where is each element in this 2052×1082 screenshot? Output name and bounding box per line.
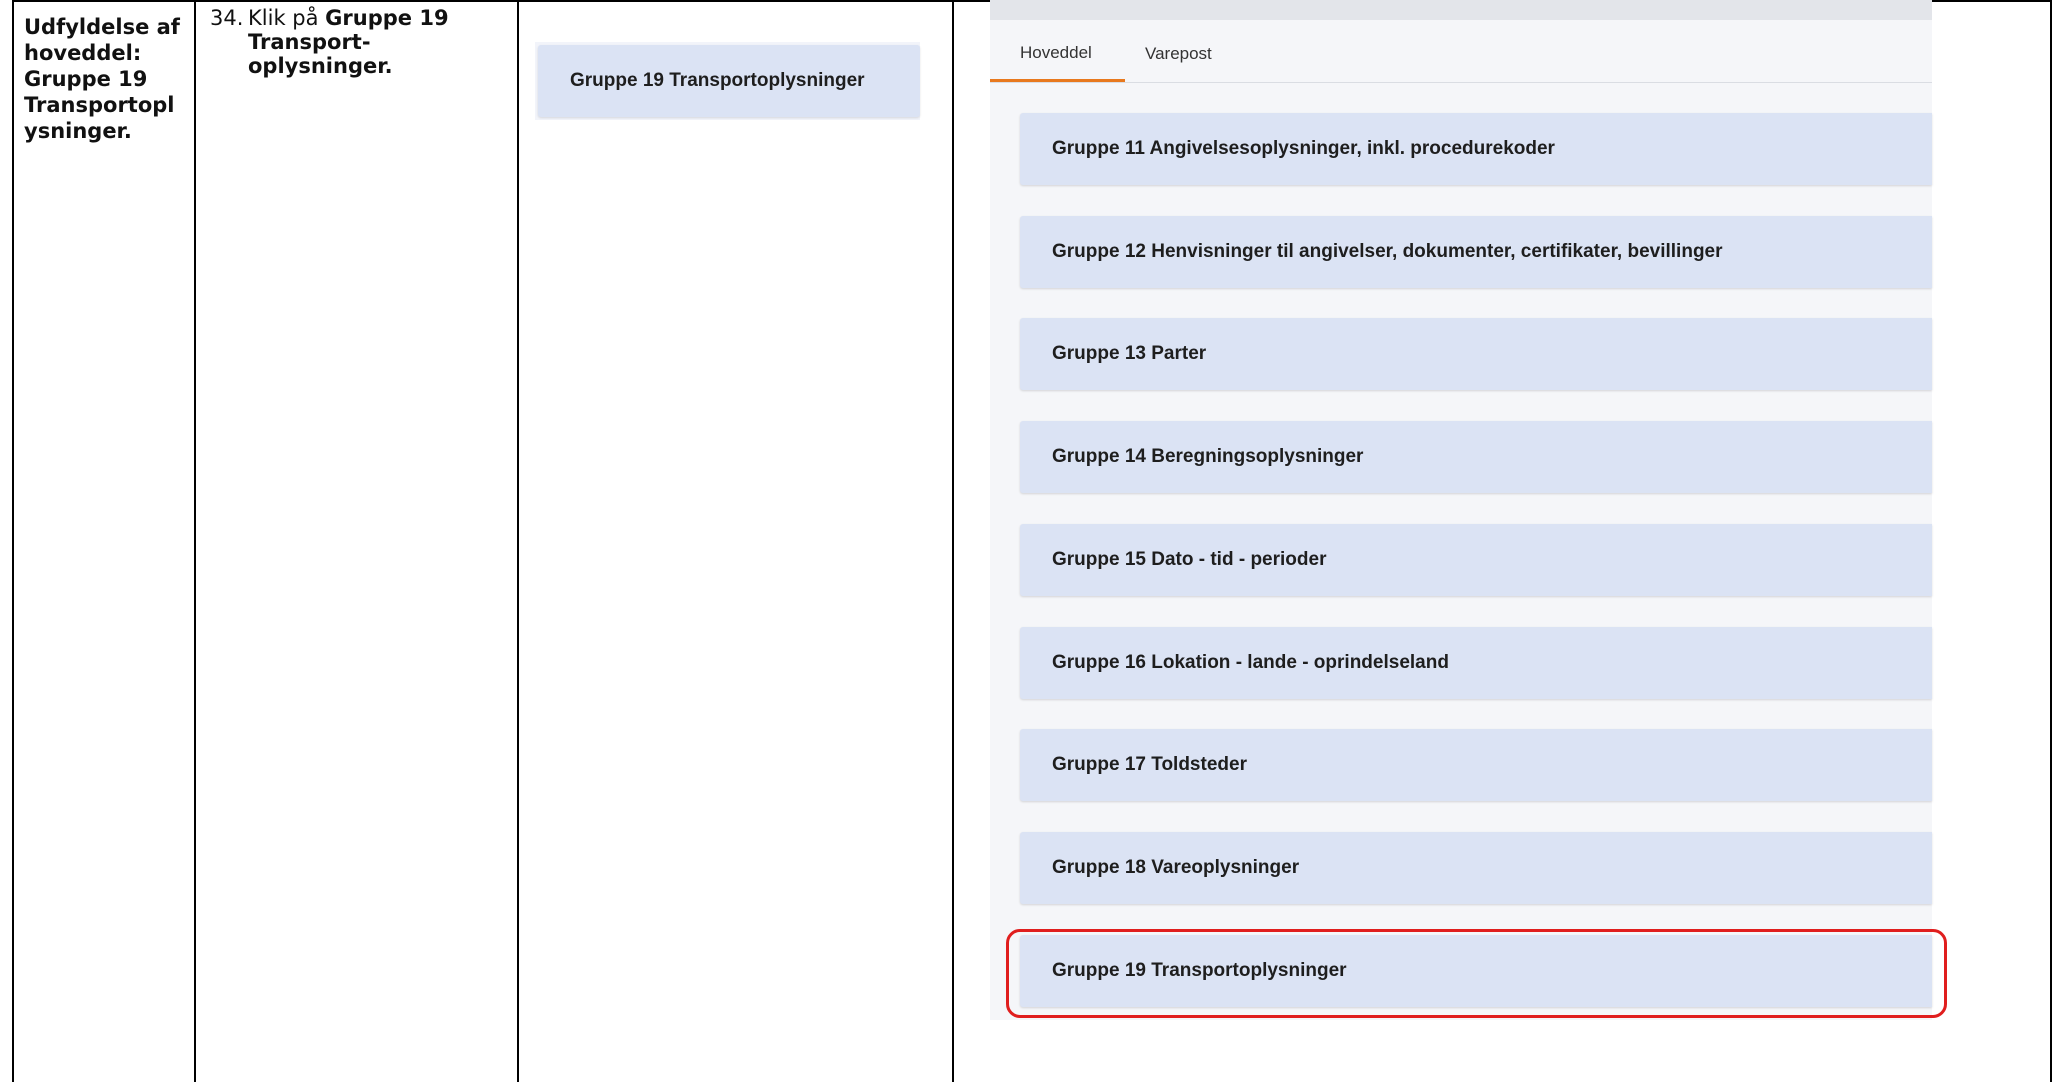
step-target-line: Gruppe 19: [325, 6, 449, 30]
group-17-button[interactable]: Gruppe 17 Toldsteder: [1020, 729, 1932, 801]
section-title-line: Transportopl: [24, 93, 175, 117]
step-number: 34.: [210, 6, 244, 30]
group-18-button[interactable]: Gruppe 18 Vareoplysninger: [1020, 832, 1932, 904]
section-title-line: Gruppe 19: [24, 67, 148, 91]
step-target-line: oplysninger.: [248, 54, 393, 78]
cropped-group-19-button[interactable]: Gruppe 19 Transportoplysninger: [538, 45, 920, 117]
highlight-frame: [1006, 929, 1947, 1018]
group-12-button[interactable]: Gruppe 12 Henvisninger til angivelser, d…: [1020, 216, 1932, 288]
group-14-button[interactable]: Gruppe 14 Beregningsoplysninger: [1020, 421, 1932, 493]
screenshot-top-bar: [990, 0, 1932, 20]
column-divider-1: [194, 0, 196, 1082]
step-target-line: Transport-: [248, 30, 371, 54]
group-15-button[interactable]: Gruppe 15 Dato - tid - perioder: [1020, 524, 1932, 596]
group-16-button[interactable]: Gruppe 16 Lokation - lande - oprindelsel…: [1020, 627, 1932, 699]
group-11-button[interactable]: Gruppe 11 Angivelsesoplysninger, inkl. p…: [1020, 113, 1932, 185]
section-title-line: Udfyldelse af: [24, 15, 180, 39]
step-prefix: Klik på: [248, 6, 319, 30]
tab-hoveddel[interactable]: Hoveddel: [990, 26, 1125, 82]
column-divider-2: [517, 0, 519, 1082]
section-title-line: hoveddel:: [24, 41, 142, 65]
section-title: Udfyldelse af hoveddel: Gruppe 19 Transp…: [24, 14, 184, 144]
tab-bar: Hoveddel Varepost: [990, 26, 1932, 83]
column-divider-3: [952, 0, 954, 1082]
step-instruction: 34. Klik på Gruppe 19 Transport- oplysnin…: [210, 6, 510, 78]
section-title-line: ysninger.: [24, 119, 132, 143]
tab-varepost[interactable]: Varepost: [1125, 26, 1255, 82]
group-13-button[interactable]: Gruppe 13 Parter: [1020, 318, 1932, 390]
